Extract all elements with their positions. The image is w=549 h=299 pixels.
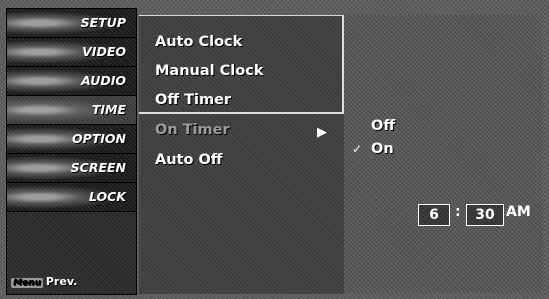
nav-item-label: LOCK (88, 189, 126, 204)
time-submenu: Auto Clock Manual Clock Off Timer On Tim… (139, 15, 344, 294)
nav-item-label: TIME (91, 102, 126, 117)
time-separator: : (455, 204, 461, 220)
menu-item-manual-clock[interactable]: Manual Clock (155, 63, 263, 79)
nav-item-time[interactable]: TIME (7, 96, 136, 125)
nav-item-setup[interactable]: SETUP (7, 9, 136, 38)
nav-item-audio[interactable]: AUDIO (7, 67, 136, 96)
prev-label: Prev. (45, 275, 78, 288)
nav-item-option[interactable]: OPTION (7, 125, 136, 154)
checkmark-icon: ✓ (352, 142, 363, 156)
menu-item-off-timer[interactable]: Off Timer (155, 92, 231, 108)
nav-item-label: AUDIO (81, 73, 126, 88)
sidebar-nav: SETUP VIDEO AUDIO TIME OPTION SCREEN LOC… (6, 8, 137, 295)
ampm-label[interactable]: AM (506, 204, 531, 220)
menu-item-auto-clock[interactable]: Auto Clock (155, 34, 242, 50)
nav-item-label: SCREEN (70, 160, 126, 175)
hour-field[interactable]: 6 (418, 204, 450, 226)
on-timer-panel: Off ✓ On 6 : 30 AM (344, 15, 543, 293)
prev-hint: Menu Prev. (11, 275, 77, 288)
option-off[interactable]: Off (371, 118, 395, 134)
arrow-right-icon: ▶ (317, 125, 327, 140)
nav-item-video[interactable]: VIDEO (7, 38, 136, 67)
menu-item-auto-off[interactable]: Auto Off (155, 152, 223, 168)
tv-menu-screen: SETUP VIDEO AUDIO TIME OPTION SCREEN LOC… (0, 0, 549, 299)
option-on[interactable]: On (371, 141, 394, 157)
minute-field[interactable]: 30 (466, 204, 504, 226)
menu-item-on-timer[interactable]: On Timer (155, 122, 230, 138)
menu-key-icon: Menu (11, 278, 43, 288)
nav-item-label: OPTION (71, 131, 126, 146)
nav-item-label: VIDEO (82, 44, 126, 59)
nav-item-screen[interactable]: SCREEN (7, 154, 136, 183)
nav-item-lock[interactable]: LOCK (7, 183, 136, 212)
nav-item-label: SETUP (80, 15, 126, 30)
